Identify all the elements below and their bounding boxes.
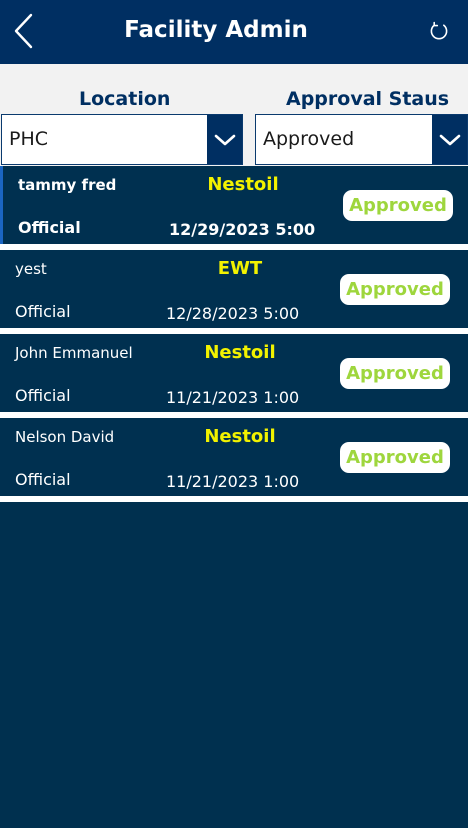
record-datetime: 11/21/2023 1:00	[166, 472, 300, 491]
record-name: yest	[15, 260, 47, 278]
approval-status-dropdown-toggle[interactable]	[432, 115, 467, 164]
record-company: Nestoil	[207, 174, 279, 195]
chevron-down-icon	[214, 134, 235, 145]
record-row[interactable]: John Emmanuel Official Nestoil 11/21/202…	[0, 334, 468, 412]
record-type: Official	[15, 302, 71, 321]
record-row[interactable]: yest Official EWT 12/28/2023 5:00 Approv…	[0, 250, 468, 328]
record-datetime: 11/21/2023 1:00	[166, 388, 300, 407]
record-type: Official	[15, 470, 71, 489]
chevron-down-icon	[439, 134, 460, 145]
record-name: John Emmanuel	[15, 344, 133, 362]
status-badge[interactable]: Approved	[343, 190, 453, 221]
approval-status-label: Approval Staus	[286, 88, 450, 110]
location-dropdown[interactable]: PHC	[1, 114, 243, 165]
record-type: Official	[18, 218, 81, 237]
approval-status-dropdown-value: Approved	[263, 128, 355, 150]
record-company: Nestoil	[204, 342, 276, 363]
status-badge[interactable]: Approved	[340, 358, 450, 389]
location-dropdown-value: PHC	[9, 128, 49, 150]
status-badge[interactable]: Approved	[340, 274, 450, 305]
page-title: Facility Admin	[124, 17, 308, 43]
location-label: Location	[79, 88, 171, 110]
app-header: Facility Admin	[0, 0, 468, 64]
record-name: Nelson David	[15, 428, 115, 446]
filter-bar: Location Approval Staus PHC Approved	[0, 64, 468, 166]
record-row[interactable]: tammy fred Official Nestoil 12/29/2023 5…	[0, 166, 468, 244]
approval-status-dropdown[interactable]: Approved	[255, 114, 468, 165]
record-company: Nestoil	[204, 426, 276, 447]
record-datetime: 12/29/2023 5:00	[169, 220, 316, 239]
status-badge[interactable]: Approved	[340, 442, 450, 473]
record-datetime: 12/28/2023 5:00	[166, 304, 300, 323]
location-dropdown-toggle[interactable]	[207, 115, 242, 164]
record-type: Official	[15, 386, 71, 405]
row-separator	[0, 496, 468, 502]
record-company: EWT	[217, 258, 263, 279]
record-row[interactable]: Nelson David Official Nestoil 11/21/2023…	[0, 418, 468, 496]
record-name: tammy fred	[18, 176, 117, 194]
record-list: tammy fred Official Nestoil 12/29/2023 5…	[0, 166, 468, 828]
refresh-icon[interactable]	[429, 21, 449, 41]
